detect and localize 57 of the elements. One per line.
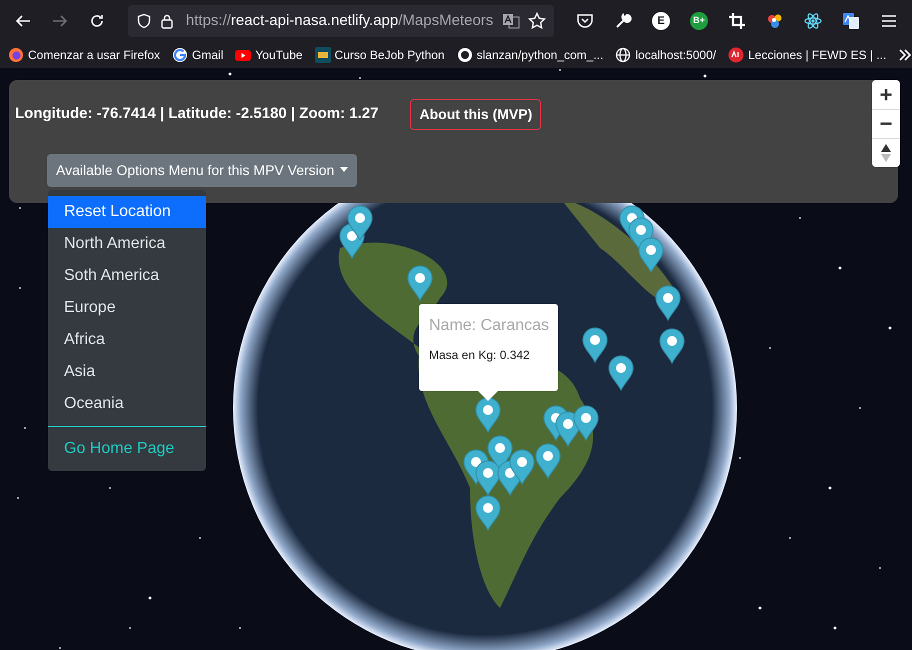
bookmark-link[interactable]: Comenzar a usar Firefox (28, 46, 160, 64)
menu-item[interactable]: Soth America (48, 260, 206, 292)
about-button[interactable]: About this (MVP) (410, 99, 542, 130)
options-menu-button[interactable]: Available Options Menu for this MPV Version (47, 154, 358, 187)
map-pin-icon[interactable] (476, 460, 500, 496)
menu-link[interactable]: Go Home Page (48, 433, 206, 465)
lock-icon (160, 13, 174, 29)
extension-badge[interactable]: E (652, 12, 670, 30)
bookmark-link[interactable]: localhost:5000/ (635, 46, 716, 64)
translate-icon[interactable] (502, 13, 520, 29)
menu-item[interactable]: Europe (48, 292, 206, 324)
bookmark-link[interactable]: Gmail (192, 46, 224, 64)
map-pin-icon[interactable] (638, 238, 664, 272)
google-icon (172, 47, 188, 63)
bookmark-link[interactable]: Lecciones | FEWD ES | ... (748, 46, 886, 64)
coordinates-text: Longitude: -76.7414 | Latitude: -2.5180 | Zoom: 1.27 (15, 104, 378, 124)
back-arrow-icon[interactable] (14, 13, 31, 29)
bookmark-link[interactable]: Curso BeJob Python (334, 46, 445, 64)
pocket-icon[interactable] (576, 12, 594, 30)
video-play-icon (235, 47, 252, 63)
translate-icon[interactable] (842, 12, 860, 30)
map-pin-icon[interactable] (348, 206, 372, 240)
map-pin-icon[interactable] (656, 286, 680, 320)
reload-icon[interactable] (89, 13, 106, 29)
atom-icon[interactable] (804, 12, 822, 30)
menu-item[interactable]: Reset Location (48, 196, 206, 228)
bookmark-link[interactable]: slanzan/python_com_... (476, 46, 604, 64)
shield-icon[interactable] (136, 13, 152, 29)
menu-icon[interactable] (880, 12, 898, 30)
colored-dots-icon[interactable] (766, 12, 784, 30)
map-pin-icon[interactable] (536, 444, 560, 478)
map-pin-icon[interactable] (476, 398, 500, 432)
map-pin-icon[interactable] (582, 328, 608, 362)
menu-item[interactable]: Oceania (48, 388, 206, 420)
map-pin-icon[interactable] (608, 356, 634, 390)
zoom-out-button[interactable]: − (872, 109, 900, 138)
map-pin-icon[interactable] (408, 266, 432, 300)
wrench-icon[interactable] (614, 12, 632, 30)
map-pin-icon[interactable] (574, 406, 598, 440)
logo-icon (314, 47, 331, 63)
popup-title: Name: Carancas (429, 316, 548, 336)
star-icon[interactable] (528, 12, 546, 30)
map-pin-icon[interactable] (476, 496, 500, 530)
zoom-in-button[interactable]: + (872, 80, 900, 109)
address-bar[interactable]: https://react-api-nasa.netlify.app/MapsMeteors (128, 5, 554, 37)
url-text: https://react-api-nasa.netlify.app/MapsMeteors (186, 10, 494, 31)
chevron-icon[interactable] (898, 48, 912, 62)
map-pin-icon[interactable] (510, 450, 534, 484)
menu-item[interactable]: Africa (48, 324, 206, 356)
popup-text: Masa en Kg: 0.342 (429, 347, 531, 364)
compass-icon[interactable] (881, 144, 891, 162)
menu-item[interactable]: North America (48, 228, 206, 260)
menu-item[interactable]: Asia (48, 356, 206, 388)
crop-icon[interactable] (728, 12, 746, 30)
globe-icon (615, 47, 632, 63)
bookmark-link[interactable]: YouTube (255, 46, 303, 64)
map-pin-icon[interactable] (660, 328, 684, 364)
